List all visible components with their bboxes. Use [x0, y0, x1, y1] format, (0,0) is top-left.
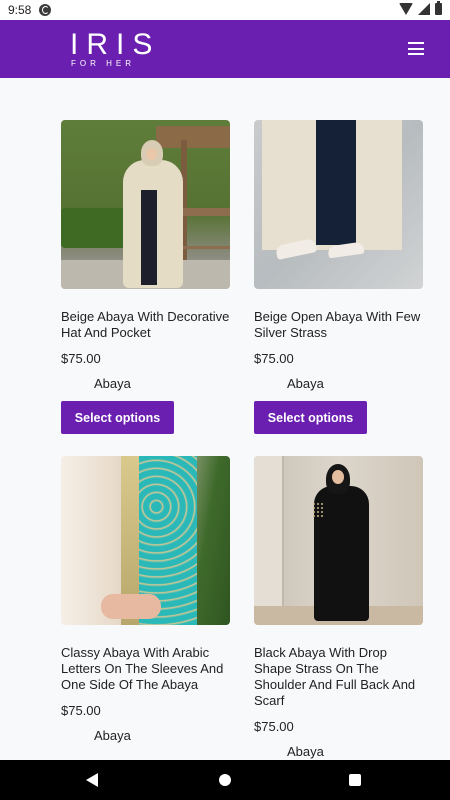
status-bar: 9:58: [0, 0, 450, 20]
product-category: Abaya: [94, 376, 131, 391]
product-image[interactable]: [254, 456, 423, 625]
home-icon[interactable]: [219, 774, 231, 786]
product-title[interactable]: Beige Open Abaya With Few Silver Strass: [254, 309, 424, 341]
back-icon[interactable]: [86, 773, 98, 787]
product-card: Black Abaya With Drop Shape Strass On Th…: [254, 456, 424, 759]
product-image[interactable]: [61, 456, 230, 625]
logo[interactable]: IRIS FOR HER: [70, 28, 161, 69]
product-price: $75.00: [61, 351, 101, 366]
status-icons: [399, 1, 442, 15]
product-price: $75.00: [254, 719, 294, 734]
site-header: IRIS FOR HER: [0, 20, 450, 78]
hamburger-menu-icon[interactable]: [408, 42, 424, 55]
logo-main-text: IRIS: [70, 28, 161, 61]
signal-icon: [418, 3, 430, 15]
select-options-button[interactable]: Select options: [61, 401, 174, 434]
product-title[interactable]: Black Abaya With Drop Shape Strass On Th…: [254, 645, 424, 709]
system-nav-bar: [0, 760, 450, 800]
product-category: Abaya: [287, 744, 324, 759]
product-card: Beige Open Abaya With Few Silver Strass …: [254, 120, 424, 434]
product-image[interactable]: [61, 120, 230, 289]
product-card: Beige Abaya With Decorative Hat And Pock…: [61, 120, 231, 434]
wifi-icon: [399, 3, 413, 15]
product-image[interactable]: [254, 120, 423, 289]
product-title[interactable]: Classy Abaya With Arabic Letters On The …: [61, 645, 231, 693]
status-time: 9:58: [8, 3, 32, 17]
product-category: Abaya: [94, 728, 131, 743]
select-options-button[interactable]: Select options: [254, 401, 367, 434]
product-title[interactable]: Beige Abaya With Decorative Hat And Pock…: [61, 309, 231, 341]
battery-icon: [435, 1, 442, 15]
app-notification-icon: [39, 4, 52, 16]
recent-apps-icon[interactable]: [349, 774, 361, 786]
product-card: Classy Abaya With Arabic Letters On The …: [61, 456, 231, 743]
product-price: $75.00: [254, 351, 294, 366]
product-category: Abaya: [287, 376, 324, 391]
product-price: $75.00: [61, 703, 101, 718]
